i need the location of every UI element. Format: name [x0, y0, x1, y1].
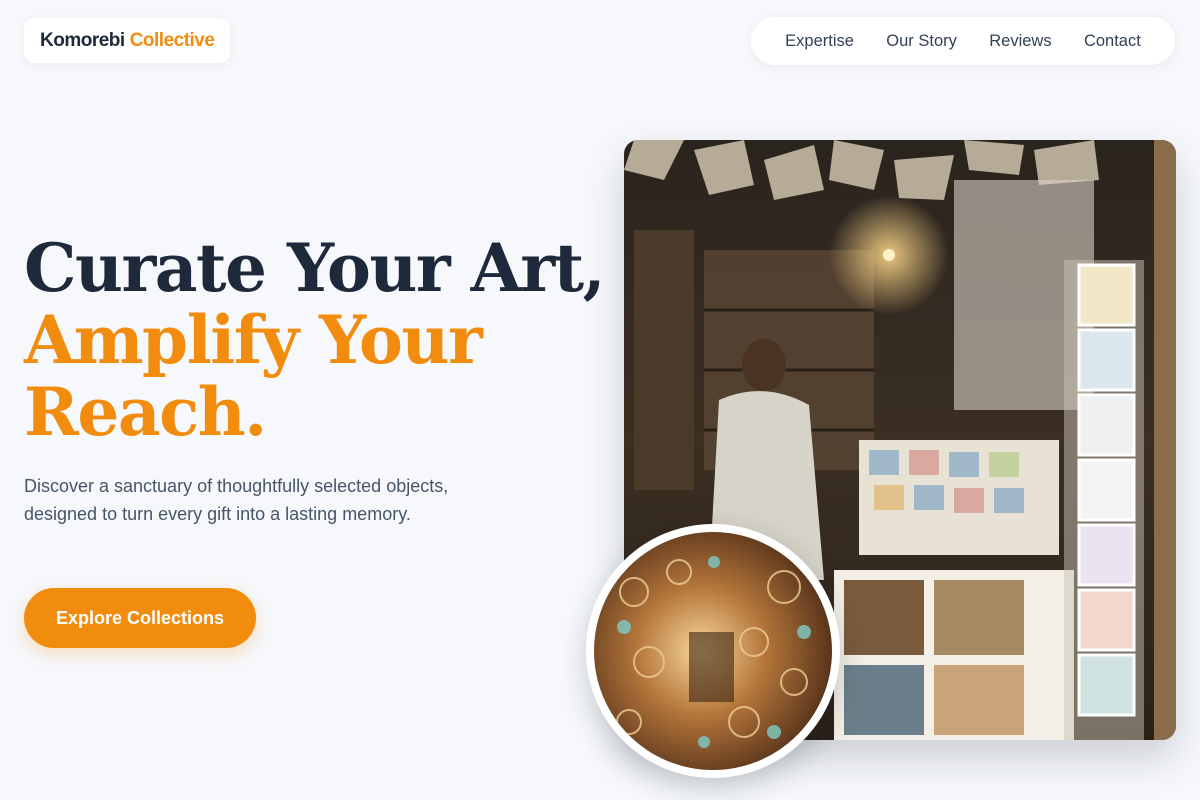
explore-collections-button[interactable]: Explore Collections: [24, 588, 256, 648]
hero-headline-line1: Curate Your Art,: [24, 229, 606, 307]
hero-headline: Curate Your Art, Amplify Your Reach.: [24, 229, 606, 451]
brand-name-primary: Komorebi: [40, 29, 125, 51]
nav-item-expertise[interactable]: Expertise: [785, 32, 854, 51]
nav-item-our-story[interactable]: Our Story: [886, 32, 957, 51]
hero-subtitle: Discover a sanctuary of thoughtfully sel…: [24, 476, 449, 524]
hero-headline-line3: Reach.: [24, 373, 267, 451]
hero-headline-line2: Amplify Your: [24, 301, 483, 379]
brand-name-accent: Collective: [129, 29, 215, 51]
nav-item-contact[interactable]: Contact: [1084, 32, 1141, 51]
nav-item-reviews[interactable]: Reviews: [989, 32, 1051, 51]
brand-logo[interactable]: Komorebi Collective: [24, 18, 231, 63]
main-nav: Expertise Our Story Reviews Contact: [751, 17, 1175, 65]
hanging-lanterns-photo: [586, 524, 840, 778]
